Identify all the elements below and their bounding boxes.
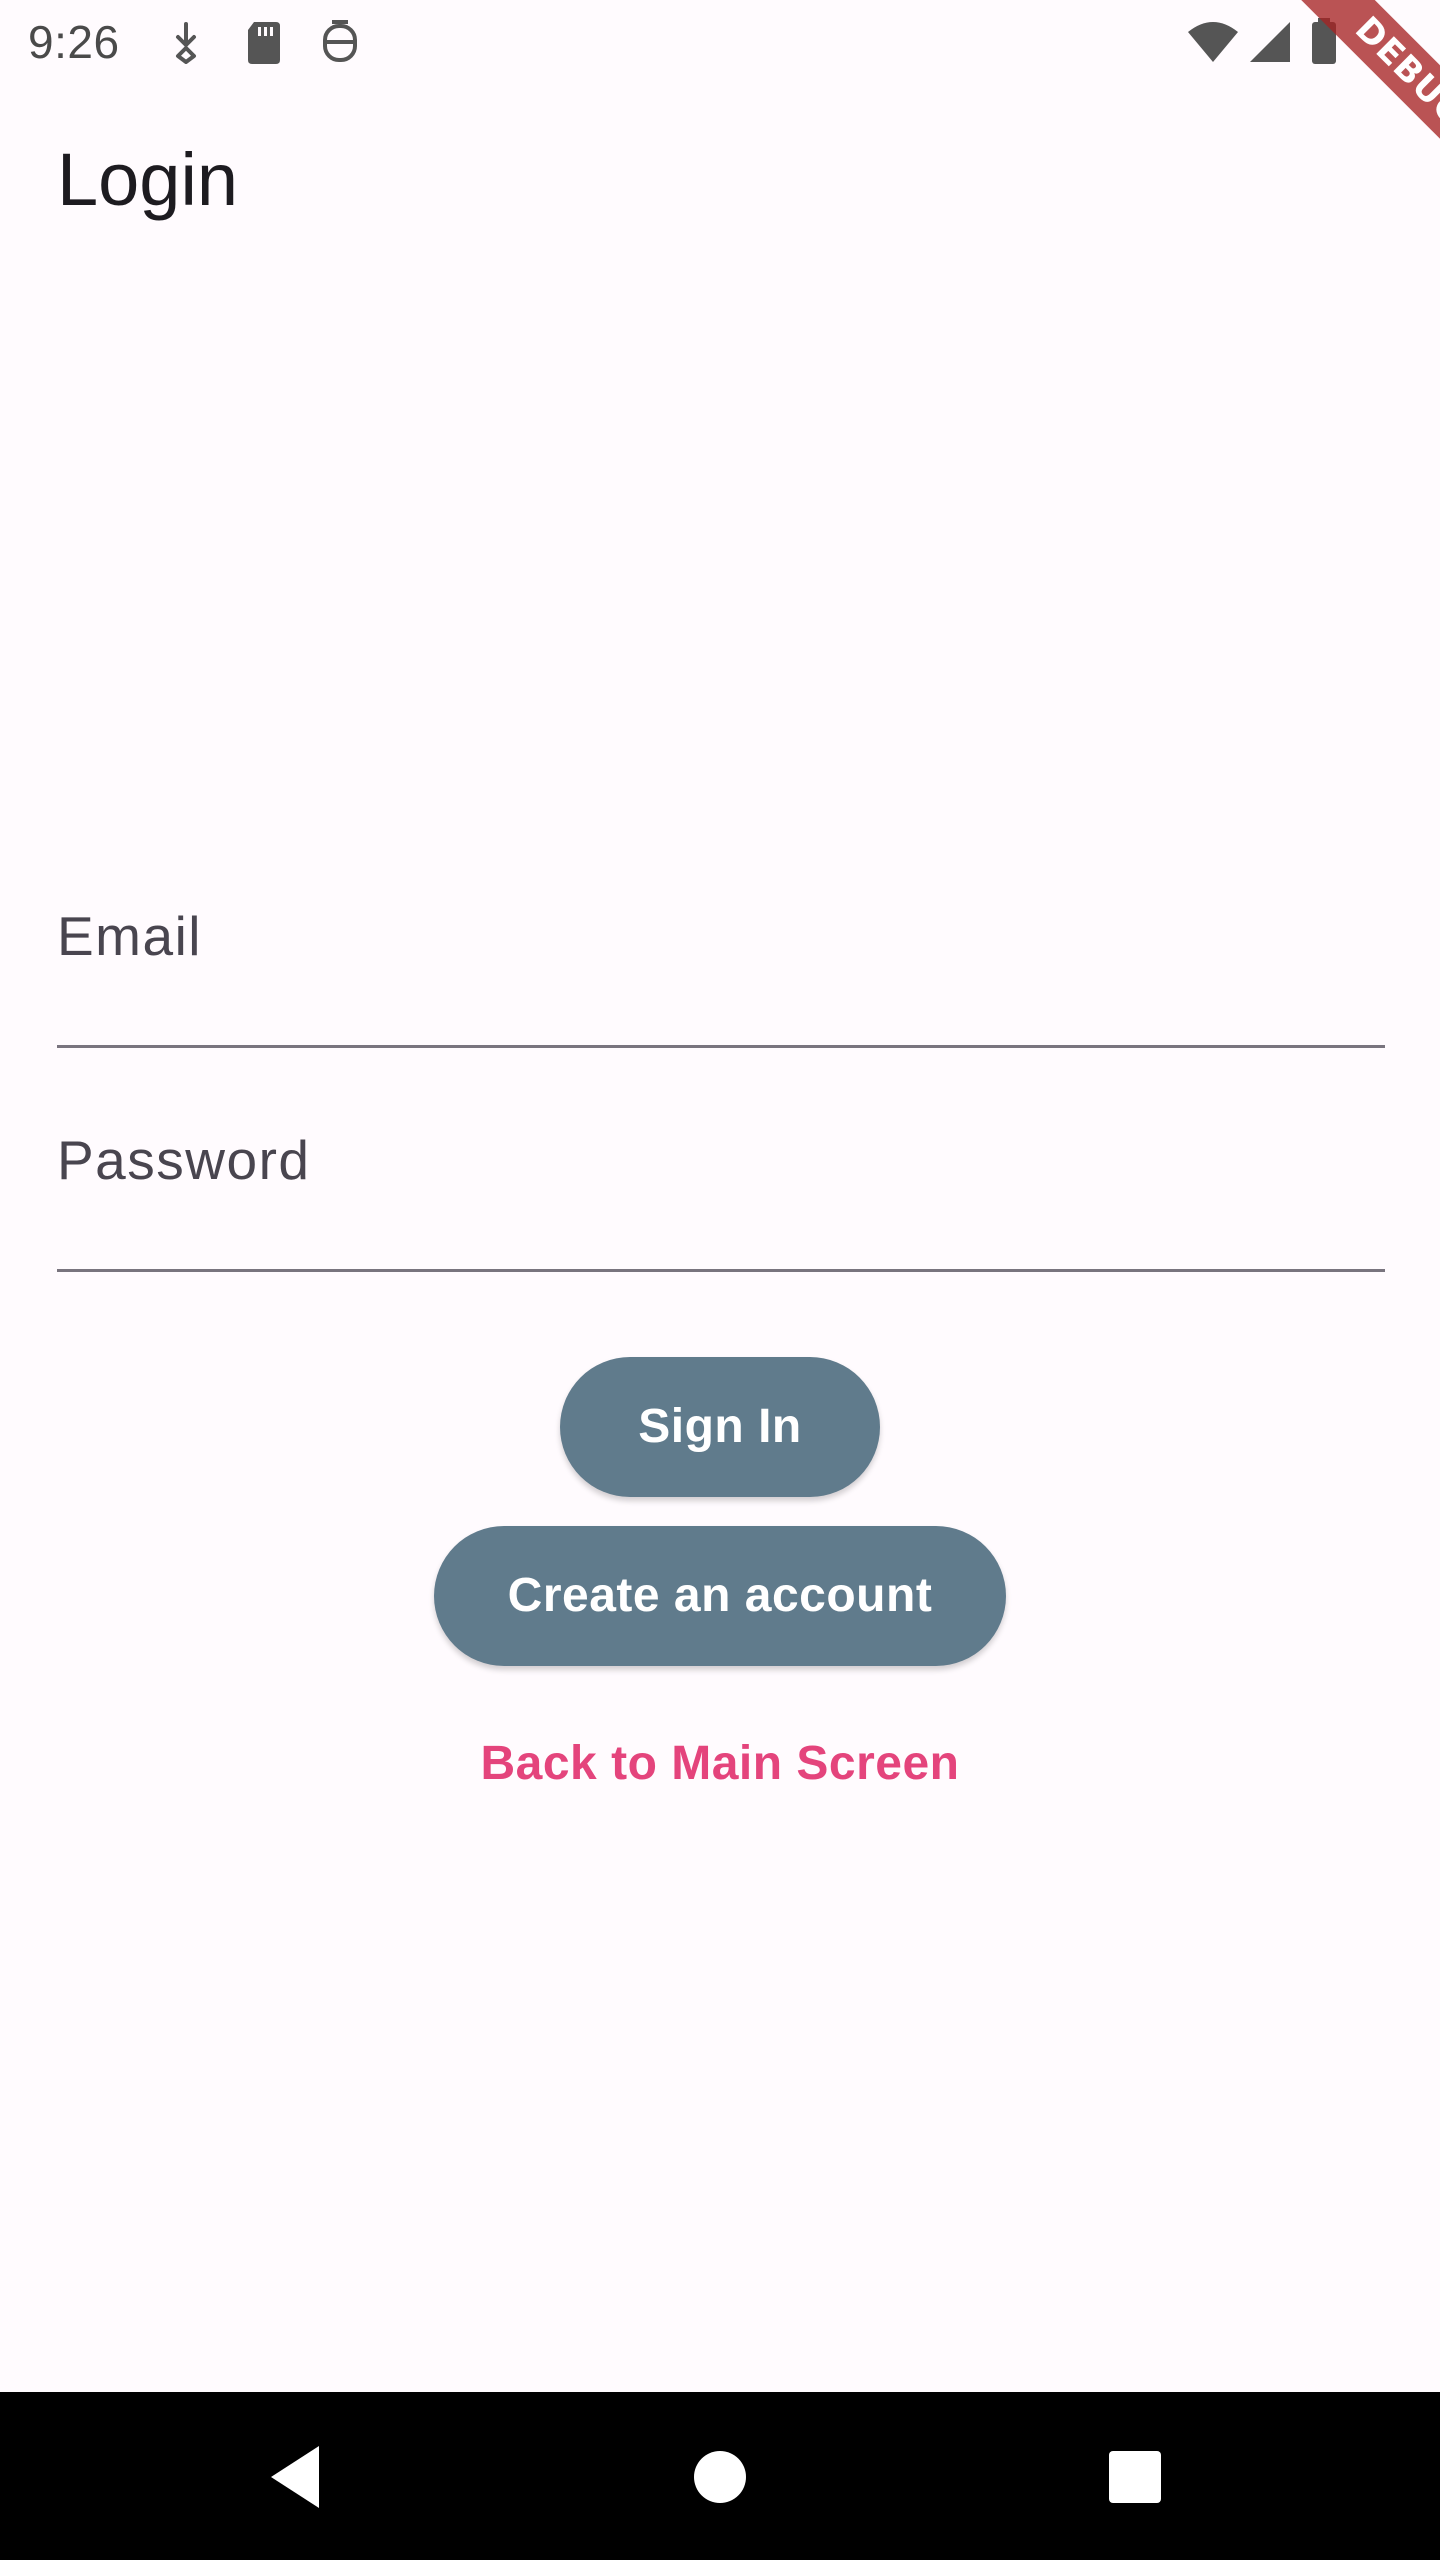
download-icon [162,18,210,66]
status-bar: 9:26 [0,0,1440,84]
status-time: 9:26 [28,16,120,68]
page-title: Login [57,138,239,221]
password-field-underline [57,1269,1385,1272]
battery-icon [1310,18,1338,66]
home-icon[interactable] [675,2432,765,2522]
email-field-underline [57,1045,1385,1048]
back-to-main-link[interactable]: Back to Main Screen [420,1728,1020,1800]
password-field[interactable]: Password [57,1122,1385,1272]
wifi-icon [1186,18,1240,66]
back-icon[interactable] [255,2432,345,2522]
create-account-button[interactable]: Create an account [434,1526,1006,1666]
robot-icon [316,18,364,66]
email-input[interactable] [57,898,1385,1045]
system-nav-bar [0,2392,1440,2560]
recents-icon[interactable] [1090,2432,1180,2522]
sd-card-icon [240,18,288,66]
password-input[interactable] [57,1122,1385,1269]
sign-in-button[interactable]: Sign In [560,1357,880,1497]
email-field[interactable]: Email [57,898,1385,1048]
cell-signal-icon [1246,18,1294,66]
